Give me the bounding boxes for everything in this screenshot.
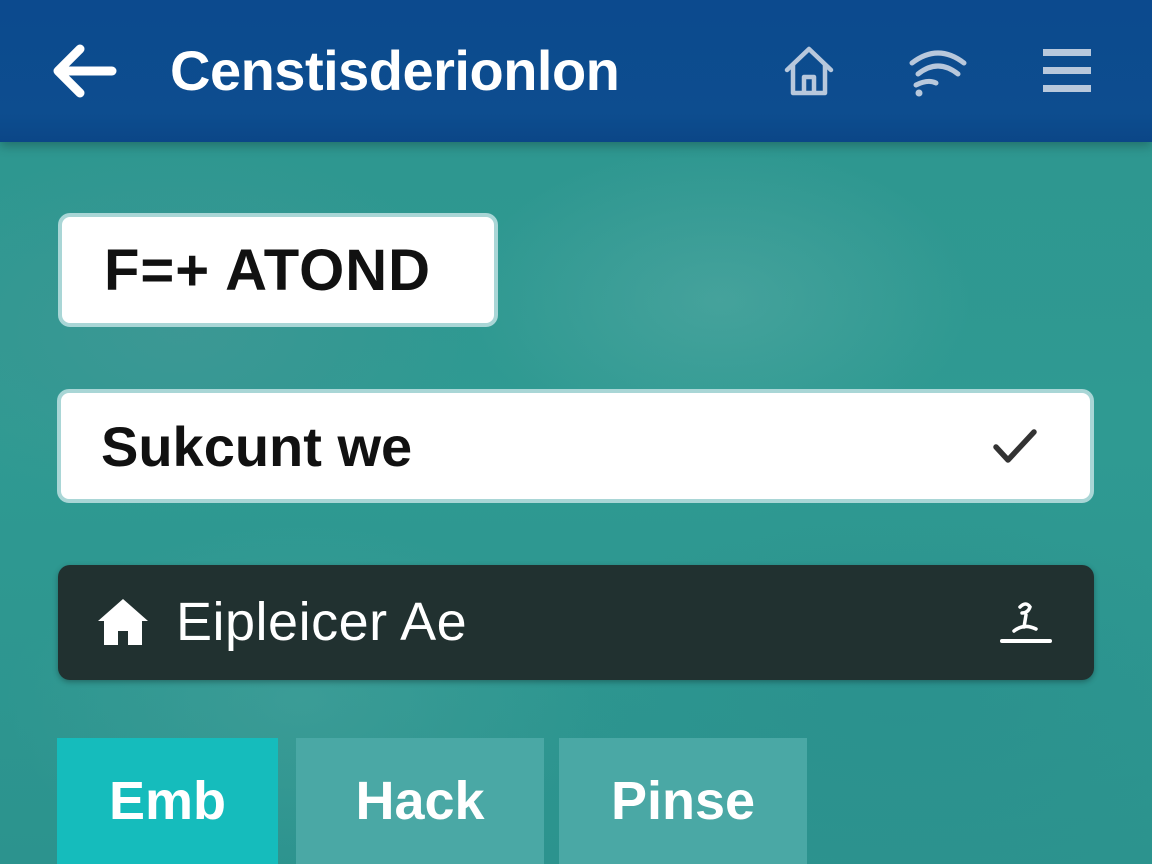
list-item-label: Eipleicer Ae xyxy=(176,592,468,652)
menu-button[interactable] xyxy=(1035,36,1099,106)
sprout-icon xyxy=(1000,602,1052,643)
code-badge: F=+ ATOND xyxy=(58,213,498,327)
menu-icon xyxy=(1043,49,1091,92)
dark-list-item[interactable]: Eipleicer Ae xyxy=(58,565,1094,680)
back-button[interactable] xyxy=(44,36,124,106)
wifi-button[interactable] xyxy=(906,36,970,106)
app-header: Censtisderionlon xyxy=(0,0,1152,142)
arrow-left-icon xyxy=(53,44,117,98)
home-icon xyxy=(784,46,834,96)
home-button[interactable] xyxy=(777,36,841,106)
wifi-icon xyxy=(909,50,967,97)
checkmark-icon xyxy=(993,429,1037,463)
home-icon xyxy=(98,599,148,645)
tab-pinse[interactable]: Pinse xyxy=(559,738,807,864)
tab-hack[interactable]: Hack xyxy=(296,738,544,864)
selection-field[interactable]: Sukcunt we xyxy=(57,389,1094,503)
page-title: Censtisderionlon xyxy=(170,39,620,102)
selection-value: Sukcunt we xyxy=(101,414,413,478)
tab-emb[interactable]: Emb xyxy=(57,738,278,864)
